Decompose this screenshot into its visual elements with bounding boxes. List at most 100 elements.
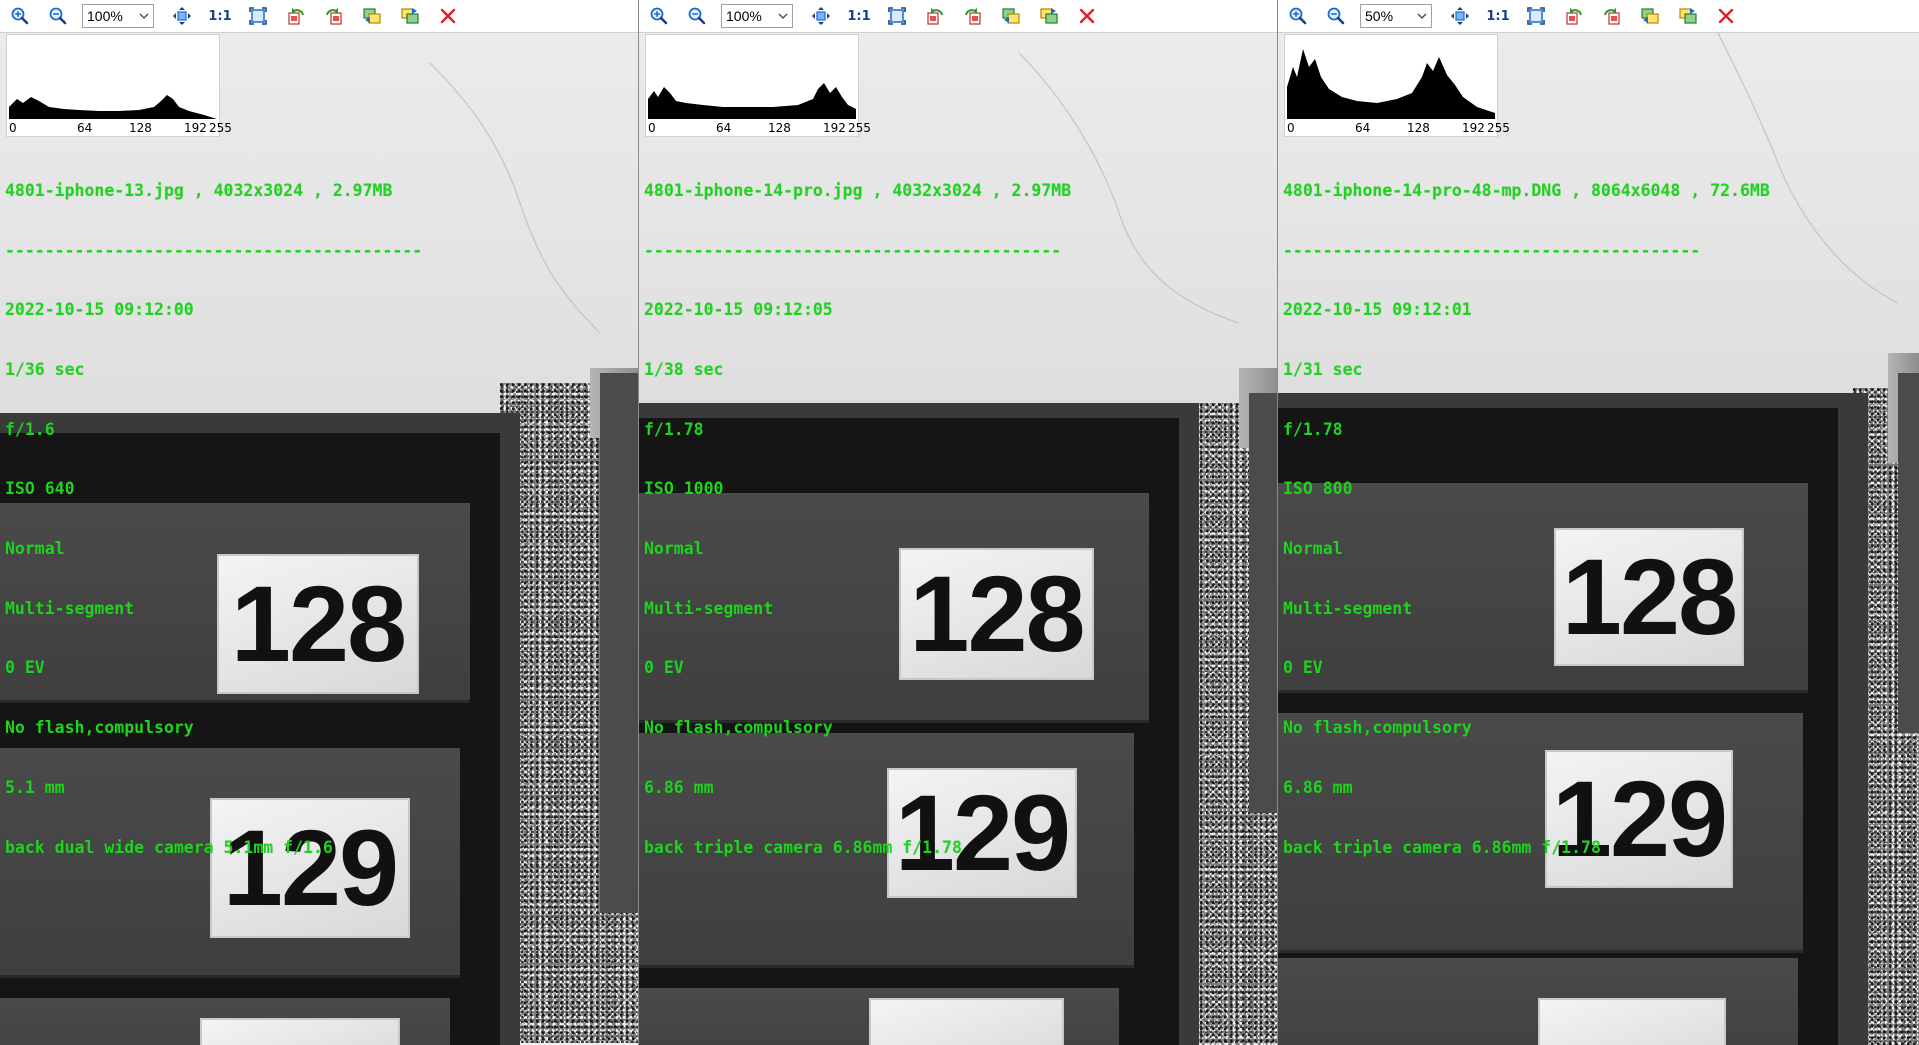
exif-iso: ISO 640 [5, 479, 75, 499]
exif-lens: back triple camera 6.86mm f/1.78 [644, 837, 962, 857]
sync-right-button[interactable] [396, 3, 424, 29]
actual-size-button[interactable]: 1:1 [206, 3, 234, 29]
fit-window-button[interactable] [883, 3, 911, 29]
actual-size-label: 1:1 [208, 8, 232, 24]
exif-separator: ----------------------------------------… [644, 240, 1062, 260]
exif-aperture: f/1.78 [644, 419, 704, 439]
exif-file-line: 4801-iphone-13.jpg , 4032x3024 , 2.97MB [5, 180, 393, 200]
rotate-right-button[interactable] [959, 3, 987, 29]
sync-left-button[interactable] [358, 3, 386, 29]
fit-window-button[interactable] [244, 3, 272, 29]
zoom-level-value: 50% [1365, 8, 1394, 24]
sync-left-icon [363, 8, 381, 24]
exif-ev: 0 EV [644, 658, 684, 678]
chevron-down-icon [1417, 13, 1427, 19]
close-icon [1718, 8, 1734, 24]
rotate-left-button[interactable] [282, 3, 310, 29]
histogram-tick-label: 255 [209, 121, 232, 135]
dark-side [600, 373, 638, 913]
histogram-plot [9, 95, 217, 119]
histogram-tick-label: 128 [129, 121, 152, 135]
exif-separator: ----------------------------------------… [1283, 240, 1701, 260]
rotate-right-icon [1604, 8, 1620, 25]
exif-aperture: f/1.6 [5, 419, 55, 439]
fit-center-button[interactable] [1446, 3, 1474, 29]
zoom-level-select[interactable]: 100% [721, 4, 793, 28]
rotate-left-icon [288, 8, 304, 25]
sync-left-button[interactable] [997, 3, 1025, 29]
zoom-out-icon [688, 7, 706, 25]
exif-file-line: 4801-iphone-14-pro-48-mp.DNG , 8064x6048… [1283, 180, 1770, 200]
exif-mode: Normal [644, 539, 704, 559]
histogram-tick-label: 192 [1462, 121, 1485, 135]
rotate-left-button[interactable] [1560, 3, 1588, 29]
sync-right-button[interactable] [1674, 3, 1702, 29]
histogram-tick-label: 255 [1487, 121, 1510, 135]
fit-center-button[interactable] [168, 3, 196, 29]
histogram-tick-label: 0 [648, 121, 656, 135]
zoom-in-button[interactable] [1284, 3, 1312, 29]
rotate-left-icon [927, 8, 943, 25]
fit-center-button[interactable] [807, 3, 835, 29]
sync-right-icon [401, 8, 419, 24]
exif-file-line: 4801-iphone-14-pro.jpg , 4032x3024 , 2.9… [644, 180, 1072, 200]
actual-size-label: 1:1 [1486, 8, 1510, 24]
number-plate-partial [1538, 998, 1726, 1045]
zoom-in-icon [11, 7, 29, 25]
rotate-right-button[interactable] [320, 3, 348, 29]
zoom-in-button[interactable] [6, 3, 34, 29]
rotate-right-button[interactable] [1598, 3, 1626, 29]
image-pane: 50% 1:1 128 129 0 64 128 192 255 4801-ip… [1278, 0, 1919, 1045]
exif-metering: Multi-segment [1283, 598, 1413, 618]
zoom-out-button[interactable] [683, 3, 711, 29]
exif-shutter: 1/36 sec [5, 359, 85, 379]
exif-overlay: 4801-iphone-13.jpg , 4032x3024 , 2.97MB … [5, 141, 422, 897]
fit-window-icon [249, 7, 267, 25]
close-pane-button[interactable] [1073, 3, 1101, 29]
fit-center-icon [1451, 7, 1469, 25]
histogram-ticks: 0 64 128 192 255 [646, 121, 871, 135]
close-pane-button[interactable] [434, 3, 462, 29]
zoom-level-select[interactable]: 100% [82, 4, 154, 28]
zoom-in-icon [650, 7, 668, 25]
histogram-tick-label: 128 [1407, 121, 1430, 135]
exif-flash: No flash,compulsory [1283, 718, 1472, 738]
actual-size-button[interactable]: 1:1 [1484, 3, 1512, 29]
exif-aperture: f/1.78 [1283, 419, 1343, 439]
histogram: 0 64 128 192 255 [1284, 34, 1510, 137]
histogram-tick-label: 64 [716, 121, 732, 135]
rotate-left-button[interactable] [921, 3, 949, 29]
zoom-out-button[interactable] [1322, 3, 1350, 29]
exif-focal: 6.86 mm [644, 777, 714, 797]
exif-shutter: 1/31 sec [1283, 359, 1363, 379]
zoom-in-icon [1289, 7, 1307, 25]
exif-shutter: 1/38 sec [644, 359, 724, 379]
histogram-plot [1287, 49, 1495, 119]
fit-window-button[interactable] [1522, 3, 1550, 29]
zoom-out-button[interactable] [44, 3, 72, 29]
fit-window-icon [888, 7, 906, 25]
exif-separator: ----------------------------------------… [5, 240, 423, 260]
sync-left-button[interactable] [1636, 3, 1664, 29]
sync-right-icon [1040, 8, 1058, 24]
actual-size-label: 1:1 [847, 8, 871, 24]
histogram-tick-label: 0 [9, 121, 17, 135]
exif-iso: ISO 1000 [644, 479, 724, 499]
zoom-level-select[interactable]: 50% [1360, 4, 1432, 28]
histogram-tick-label: 192 [184, 121, 207, 135]
histogram-ticks: 0 64 128 192 255 [7, 121, 232, 135]
rotate-right-icon [326, 8, 342, 25]
comparison-viewer: 100% 1:1 128 129 0 64 128 192 255 4801-i… [0, 0, 1919, 1045]
exif-flash: No flash,compulsory [644, 718, 833, 738]
exif-ev: 0 EV [1283, 658, 1323, 678]
close-pane-button[interactable] [1712, 3, 1740, 29]
sync-right-button[interactable] [1035, 3, 1063, 29]
exif-ev: 0 EV [5, 658, 45, 678]
zoom-in-button[interactable] [645, 3, 673, 29]
exif-datetime: 2022-10-15 09:12:01 [1283, 300, 1472, 320]
actual-size-button[interactable]: 1:1 [845, 3, 873, 29]
sync-right-icon [1679, 8, 1697, 24]
histogram-ticks: 0 64 128 192 255 [1285, 121, 1510, 135]
exif-datetime: 2022-10-15 09:12:00 [5, 300, 194, 320]
dark-side [1249, 393, 1277, 813]
